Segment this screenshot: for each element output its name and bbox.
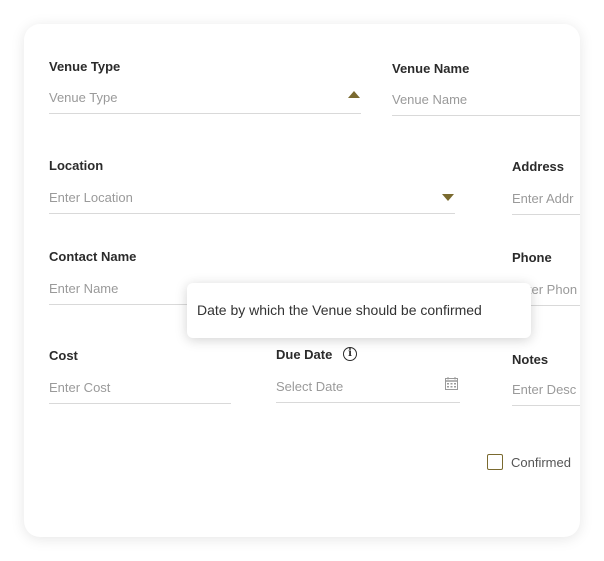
notes-label: Notes [512,352,549,367]
tooltip-text: Date by which the Venue should be confir… [197,302,482,318]
address-input[interactable]: Enter Addr [512,185,580,215]
venue-type-label: Venue Type [49,59,121,74]
phone-label: Phone [512,250,552,265]
venue-type-placeholder: Venue Type [49,90,118,105]
notes-input[interactable]: Enter Desc [512,376,580,406]
cost-label: Cost [49,348,78,363]
confirmed-label: Confirmed [511,455,571,470]
confirmed-checkbox[interactable] [487,454,503,470]
venue-type-select[interactable]: Venue Type [49,84,361,114]
notes-placeholder: Enter Desc [512,382,577,397]
location-label: Location [49,158,104,173]
calendar-icon[interactable] [445,377,458,390]
venue-form-card: Venue Type Venue Type Venue Name Venue N… [24,24,580,537]
chevron-down-icon[interactable] [442,194,454,201]
contact-name-label: Contact Name [49,249,137,264]
due-date-label: Due Date [276,347,333,362]
chevron-up-icon[interactable] [348,91,360,98]
due-date-placeholder: Select Date [276,379,344,394]
venue-name-placeholder: Venue Name [392,92,468,107]
location-placeholder: Enter Location [49,190,133,205]
due-date-tooltip: Date by which the Venue should be confir… [187,283,531,338]
address-placeholder: Enter Addr [512,191,574,206]
due-date-picker[interactable]: Select Date [276,373,460,403]
location-select[interactable]: Enter Location [49,184,455,214]
cost-placeholder: Enter Cost [49,380,111,395]
contact-name-placeholder: Enter Name [49,281,119,296]
venue-name-input[interactable]: Venue Name [392,86,580,116]
venue-name-label: Venue Name [392,61,470,76]
info-icon[interactable]: i [343,347,357,361]
address-label: Address [512,159,565,174]
cost-input[interactable]: Enter Cost [49,374,231,404]
